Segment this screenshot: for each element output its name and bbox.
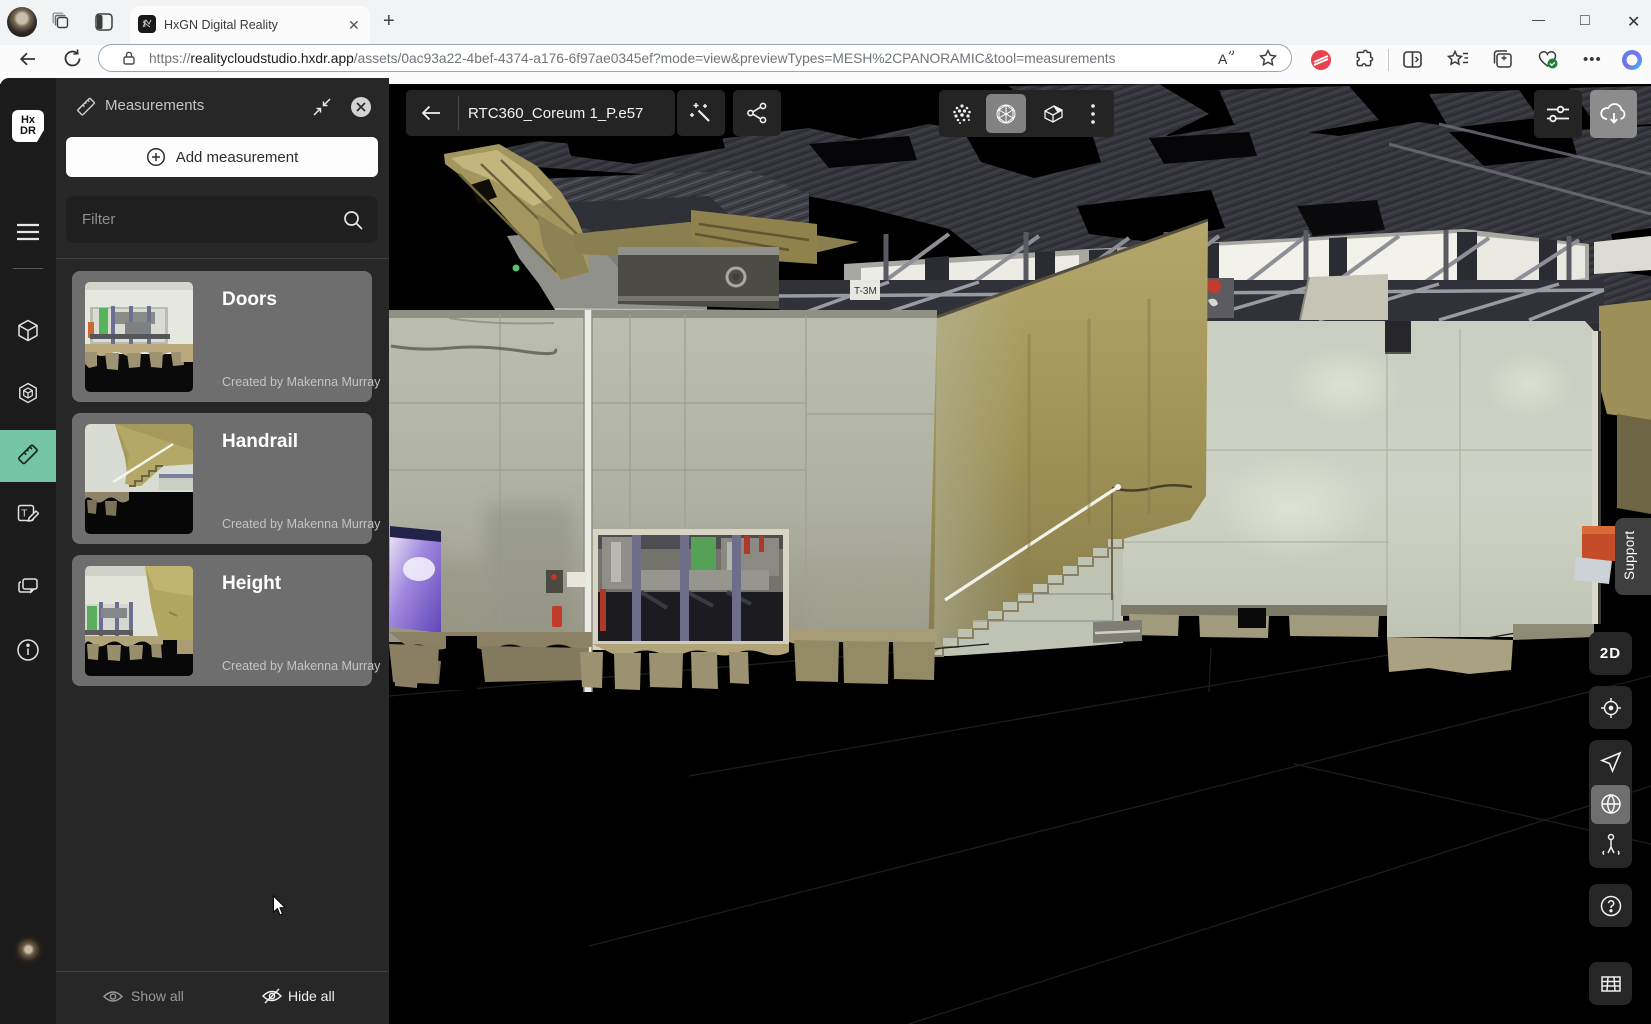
- svg-text:T-3M: T-3M: [854, 286, 877, 297]
- svg-text:A: A: [1218, 51, 1228, 67]
- svg-text:T: T: [21, 509, 27, 520]
